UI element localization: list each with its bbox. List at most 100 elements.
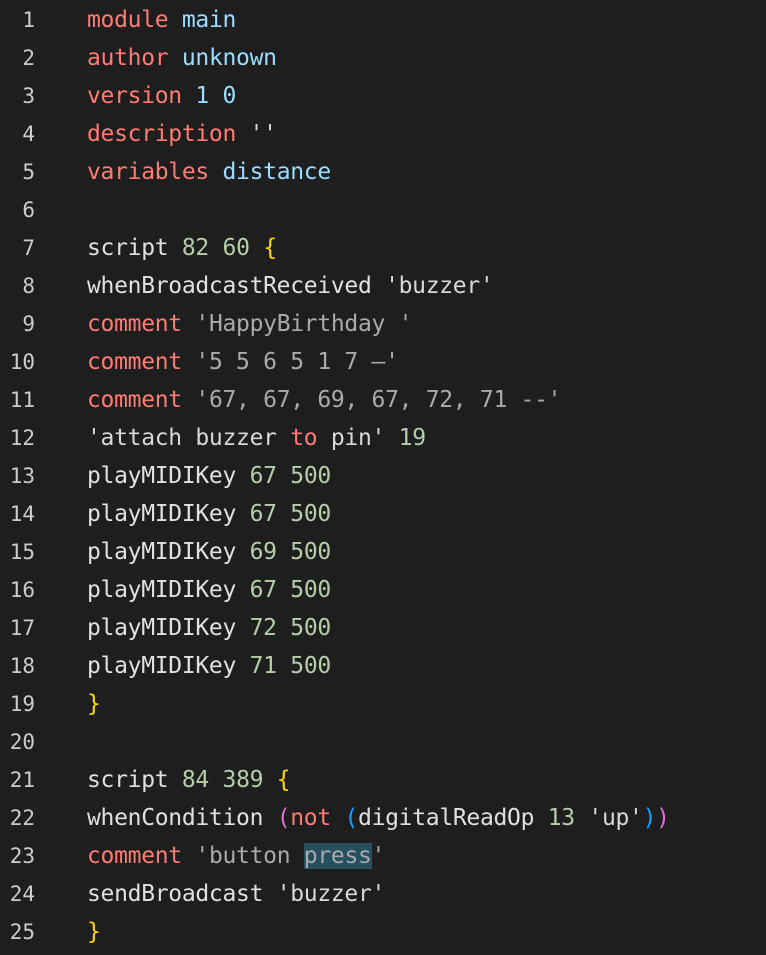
code-token: 'button (195, 843, 304, 869)
code-token: 'buzzer' (276, 881, 386, 907)
code-text[interactable]: playMIDIKey 71 500 (87, 647, 331, 685)
code-token: main (181, 7, 237, 33)
code-line[interactable]: 3 version 1 0 (0, 77, 766, 115)
code-text[interactable]: } (87, 913, 101, 951)
code-token: 69 (249, 539, 277, 565)
code-line[interactable]: 18 playMIDIKey 71 500 (0, 647, 766, 685)
code-line[interactable]: 20 (0, 723, 766, 761)
code-line[interactable]: 23 comment 'button press' (0, 837, 766, 875)
code-line[interactable]: 22 whenCondition (not (digitalReadOp 13 '… (0, 799, 766, 837)
code-token: ) (642, 805, 657, 831)
code-token: 500 (290, 463, 331, 489)
code-token: ) (656, 805, 670, 831)
code-token: 'up' (588, 805, 643, 831)
code-line[interactable]: 11 comment '67, 67, 69, 67, 72, 71 --' (0, 381, 766, 419)
code-text[interactable]: author unknown (87, 39, 277, 77)
code-token: 'attach buzzer (87, 425, 291, 451)
code-text[interactable]: 'attach buzzer to pin' 19 (87, 419, 426, 457)
line-number: 6 (22, 198, 35, 222)
line-number: 1 (22, 8, 35, 32)
code-line[interactable]: 5 variables distance (0, 153, 766, 191)
code-token: 84 (181, 767, 209, 793)
code-text[interactable]: comment 'HappyBirthday ' (87, 305, 412, 343)
code-text[interactable]: comment '67, 67, 69, 67, 72, 71 --' (87, 381, 561, 419)
code-line[interactable]: 14 playMIDIKey 67 500 (0, 495, 766, 533)
code-line[interactable]: 12 'attach buzzer to pin' 19 (0, 419, 766, 457)
code-line[interactable]: 25} (0, 913, 766, 951)
code-line[interactable]: 19} (0, 685, 766, 723)
code-text[interactable]: playMIDIKey 67 500 (87, 571, 331, 609)
line-number: 17 (9, 616, 35, 640)
line-number: 16 (9, 578, 35, 602)
line-number: 21 (9, 768, 35, 792)
line-number: 19 (9, 692, 35, 716)
code-text[interactable]: comment 'button press' (87, 837, 385, 875)
code-token: playMIDIKey (87, 653, 237, 679)
code-line[interactable]: 15 playMIDIKey 69 500 (0, 533, 766, 571)
code-text[interactable]: playMIDIKey 69 500 (87, 533, 331, 571)
code-line[interactable]: 24 sendBroadcast 'buzzer' (0, 875, 766, 913)
code-token: playMIDIKey (87, 577, 237, 603)
code-text[interactable]: comment '5 5 6 5 1 7 —' (87, 343, 399, 381)
code-text[interactable]: whenBroadcastReceived 'buzzer' (87, 267, 494, 305)
code-text[interactable]: sendBroadcast 'buzzer' (87, 875, 385, 913)
code-token: comment (87, 311, 182, 337)
code-text[interactable]: script 82 60 { (87, 229, 277, 267)
line-number: 14 (9, 502, 35, 526)
line-number: 13 (9, 464, 35, 488)
code-line[interactable]: 2 author unknown (0, 39, 766, 77)
code-text[interactable]: variables distance (87, 153, 331, 191)
code-line[interactable]: 16 playMIDIKey 67 500 (0, 571, 766, 609)
code-text[interactable]: version 1 0 (87, 77, 236, 115)
selection-highlight: press (303, 843, 372, 869)
code-line[interactable]: 17 playMIDIKey 72 500 (0, 609, 766, 647)
code-token: 60 (222, 235, 250, 261)
code-text[interactable]: playMIDIKey 67 500 (87, 495, 331, 533)
line-number: 8 (22, 274, 35, 298)
line-number: 3 (22, 84, 35, 108)
code-token: 'HappyBirthday ' (195, 311, 413, 337)
code-line[interactable]: 10 comment '5 5 6 5 1 7 —' (0, 343, 766, 381)
code-line[interactable]: 4 description '' (0, 115, 766, 153)
code-token: 500 (290, 577, 331, 603)
code-token: playMIDIKey (87, 539, 237, 565)
code-line[interactable]: 1 module main (0, 1, 766, 39)
code-text[interactable]: whenCondition (not (digitalReadOp 13 'up… (87, 799, 670, 837)
code-text[interactable]: description '' (87, 115, 277, 153)
code-text[interactable]: module main (87, 1, 236, 39)
line-number: 5 (22, 160, 35, 184)
code-token: { (263, 235, 277, 261)
code-line[interactable]: 13 playMIDIKey 67 500 (0, 457, 766, 495)
line-number: 24 (9, 882, 35, 906)
code-text[interactable]: playMIDIKey 67 500 (87, 457, 331, 495)
code-token: digitalReadOp (358, 805, 535, 831)
code-token: sendBroadcast (87, 881, 264, 907)
code-line[interactable]: 9 comment 'HappyBirthday ' (0, 305, 766, 343)
line-number: 15 (9, 540, 35, 564)
code-line[interactable]: 6 (0, 191, 766, 229)
code-token: variables (87, 159, 209, 185)
code-token: ' (371, 843, 386, 869)
code-token: 0 (222, 83, 237, 109)
code-line[interactable]: 21 script 84 389 { (0, 761, 766, 799)
code-line[interactable]: 8 whenBroadcastReceived 'buzzer' (0, 267, 766, 305)
code-text[interactable]: } (87, 685, 101, 723)
line-number: 10 (9, 350, 35, 374)
code-line[interactable]: 7 script 82 60 { (0, 229, 766, 267)
code-text[interactable]: script 84 389 { (87, 761, 291, 799)
code-editor[interactable]: 1 module main 2 author unknown 3 version 1 04… (0, 1, 766, 955)
code-token: to (290, 425, 318, 451)
code-text[interactable]: playMIDIKey 72 500 (87, 609, 331, 647)
